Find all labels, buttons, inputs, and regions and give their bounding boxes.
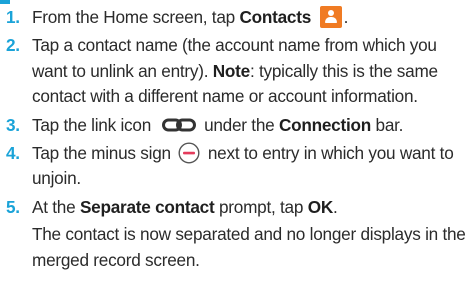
- step-number: 2.: [6, 35, 20, 56]
- step-number: 4.: [6, 143, 20, 164]
- step-number: 5.: [6, 196, 20, 217]
- contacts-label: Contacts: [239, 7, 312, 27]
- connection-label: Connection: [278, 114, 371, 135]
- instruction-steps: 1. From the Home screen, tap Contacts . …: [0, 5, 472, 273]
- minus-circle-icon: [178, 142, 200, 164]
- step-5: 5. At the Separate contact prompt, tap O…: [0, 195, 472, 220]
- contacts-app-icon: [319, 5, 342, 28]
- note-label: Note: [212, 60, 250, 81]
- link-icon: [161, 118, 196, 132]
- ok-label: OK: [307, 196, 334, 217]
- step-3: 3. Tap the link icon under the Connectio…: [0, 113, 472, 138]
- step-text: Tap the minus sign: [32, 143, 171, 164]
- step-2: 2. Tap a contact name (the account name …: [6, 35, 438, 107]
- step-text: Tap the link icon: [32, 114, 151, 135]
- step-number: 3.: [6, 114, 20, 135]
- step-text: At the: [32, 196, 80, 217]
- result-text: The contact is now separated and no long…: [32, 224, 466, 270]
- step-number: 1.: [6, 7, 20, 27]
- step-1: 1. From the Home screen, tap Contacts .: [0, 5, 472, 30]
- step-4: 4. Tap the minus sign next to entry in w…: [6, 142, 454, 189]
- step-5-result: The contact is now separated and no long…: [0, 222, 472, 273]
- accent-bar: [0, 0, 10, 4]
- step-text: From the Home screen, tap: [32, 7, 240, 27]
- separate-contact-label: Separate contact: [79, 196, 215, 217]
